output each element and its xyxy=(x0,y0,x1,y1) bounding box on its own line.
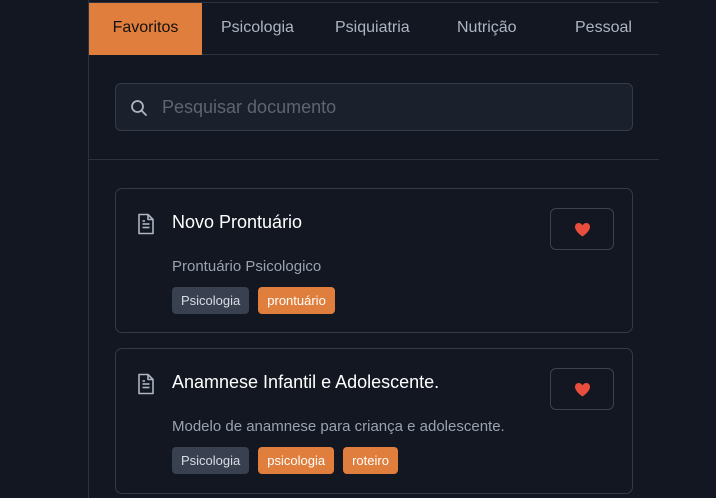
tag-list: Psicologia prontuário xyxy=(172,287,335,314)
document-icon xyxy=(138,213,154,235)
tag: prontuário xyxy=(258,287,335,314)
tag-list: Psicologia psicologia roteiro xyxy=(172,447,398,474)
tab-psiquiatria[interactable]: Psiquiatria xyxy=(335,3,410,55)
search-box xyxy=(115,83,633,131)
tag: Psicologia xyxy=(172,447,250,474)
tag: psicologia xyxy=(258,447,335,474)
tab-nutricao[interactable]: Nutrição xyxy=(457,3,517,55)
documents-panel: Favoritos Psicologia Psiquiatria Nutriçã… xyxy=(88,0,659,498)
favorite-button[interactable] xyxy=(550,208,614,250)
document-title[interactable]: Novo Prontuário xyxy=(172,212,302,233)
document-icon xyxy=(138,373,154,395)
tab-favoritos[interactable]: Favoritos xyxy=(89,3,202,55)
document-description: Prontuário Psicologico xyxy=(172,258,322,275)
document-description: Modelo de anamnese para criança e adoles… xyxy=(172,418,505,435)
tag: roteiro xyxy=(343,447,398,474)
document-card[interactable]: Novo Prontuário Prontuário Psicologico P… xyxy=(115,188,633,333)
tab-pessoal[interactable]: Pessoal xyxy=(575,3,632,55)
document-title[interactable]: Anamnese Infantil e Adolescente. xyxy=(172,372,439,393)
heart-icon xyxy=(575,383,590,397)
document-card[interactable]: Anamnese Infantil e Adolescente. Modelo … xyxy=(115,348,633,494)
search-input[interactable] xyxy=(162,84,622,130)
divider xyxy=(89,159,659,160)
tab-psicologia[interactable]: Psicologia xyxy=(221,3,294,55)
favorite-button[interactable] xyxy=(550,368,614,410)
search-icon xyxy=(131,100,147,116)
heart-icon xyxy=(575,223,590,237)
category-tabs: Favoritos Psicologia Psiquiatria Nutriçã… xyxy=(89,2,659,55)
tag: Psicologia xyxy=(172,287,250,314)
